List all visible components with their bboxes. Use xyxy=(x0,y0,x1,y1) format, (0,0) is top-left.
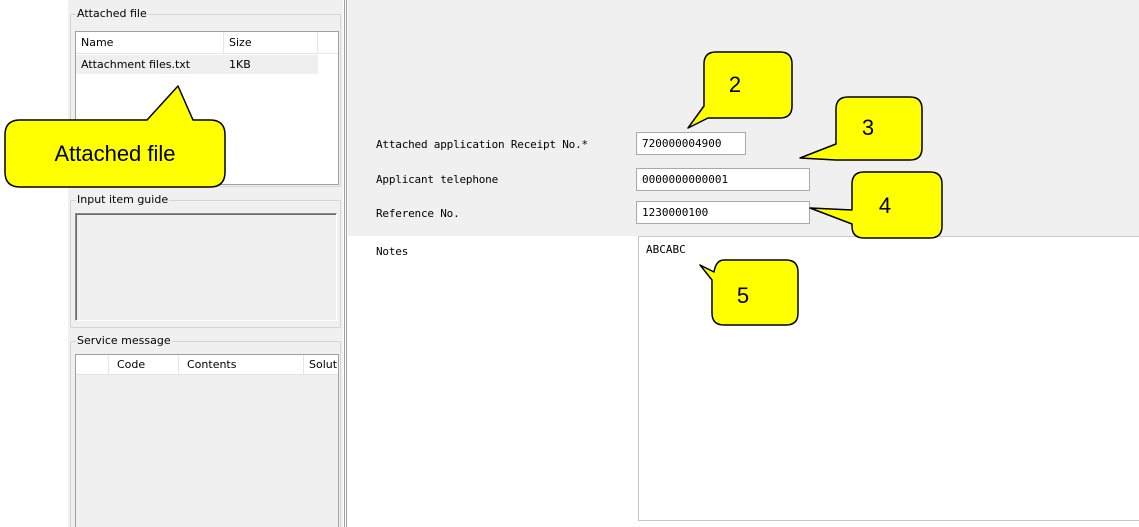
column-header-size[interactable]: Size xyxy=(224,32,318,53)
column-header-solution[interactable]: Solut xyxy=(304,355,338,374)
input-item-guide-box xyxy=(75,213,337,321)
column-header-contents[interactable]: Contents xyxy=(179,355,304,374)
attached-file-row[interactable]: Attachment files.txt 1KB xyxy=(76,55,318,74)
attached-file-group-title: Attached file xyxy=(76,7,148,21)
applicant-telephone-field[interactable]: 0000000000001 xyxy=(636,168,810,191)
attached-file-name: Attachment files.txt xyxy=(81,58,191,71)
input-item-guide-group: Input item guide xyxy=(70,193,341,328)
applicant-telephone-label: Applicant telephone xyxy=(376,173,499,186)
receipt-no-field[interactable]: 720000004900 xyxy=(636,132,746,155)
service-message-group: Service message Code Contents Solut xyxy=(70,334,341,527)
service-message-title: Service message xyxy=(76,334,172,348)
callout-attached-file-label: Attached file xyxy=(54,141,176,166)
callout-3-label: 3 xyxy=(861,115,875,140)
callout-2-label: 2 xyxy=(728,72,742,97)
callout-4-label: 4 xyxy=(878,193,892,218)
service-message-list[interactable]: Code Contents Solut xyxy=(75,354,339,527)
left-panel: Attached file Name Size Attachment files… xyxy=(68,0,343,527)
callout-5-label: 5 xyxy=(736,283,750,308)
service-message-list-header: Code Contents Solut xyxy=(76,355,338,375)
notes-textarea[interactable]: ABCABC xyxy=(638,236,1139,521)
input-item-guide-title: Input item guide xyxy=(76,193,170,207)
column-header-code[interactable]: Code xyxy=(109,355,179,374)
notes-label: Notes xyxy=(376,245,409,258)
reference-no-label: Reference No. xyxy=(376,207,460,220)
attached-file-list-header: Name Size xyxy=(76,32,338,54)
attached-file-size: 1KB xyxy=(229,58,251,71)
panel-splitter[interactable] xyxy=(344,0,345,527)
receipt-no-label: Attached application Receipt No.* xyxy=(376,138,588,151)
column-header-name[interactable]: Name xyxy=(76,32,224,53)
reference-no-field[interactable]: 1230000100 xyxy=(636,201,810,224)
